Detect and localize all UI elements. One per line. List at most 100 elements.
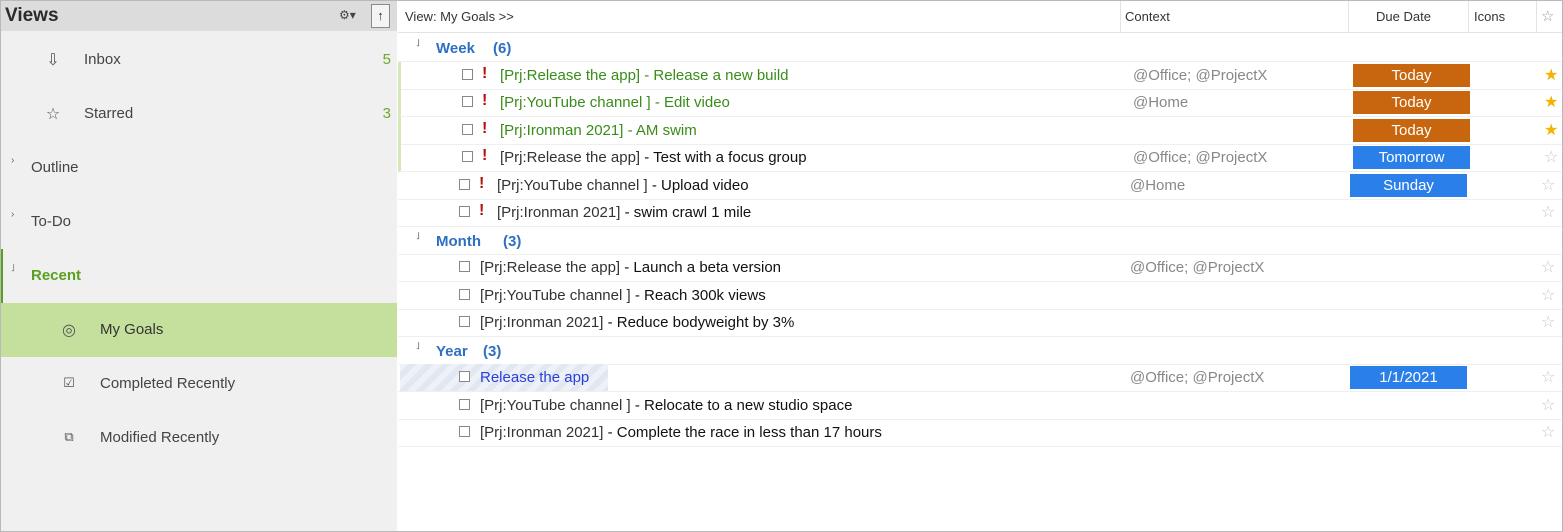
task-title[interactable]: [Prj:Ironman 2021] - Reduce bodyweight b… [480, 314, 794, 331]
sidebar-title: Views [5, 5, 59, 26]
star-outline-icon[interactable]: ☆ [1541, 285, 1555, 305]
sidebar-item-label: Outline [31, 159, 79, 176]
task-name: - swim crawl 1 mile [620, 204, 752, 221]
priority-icon: ! [482, 119, 488, 137]
task-row[interactable]: ! [Prj:YouTube channel ] - Edit video @Hom… [398, 89, 1562, 117]
due-date-column-header[interactable]: Due Date [1376, 1, 1431, 33]
task-title[interactable]: [Prj:Ironman 2021] - Complete the race i… [480, 424, 882, 441]
task-title[interactable]: [Prj:Ironman 2021] - AM swim [500, 122, 697, 139]
task-row[interactable]: [Prj:Ironman 2021] - Reduce bodyweight b… [398, 309, 1562, 337]
star-filled-icon[interactable]: ★ [1544, 65, 1558, 85]
project-tag: [Prj:Ironman 2021] [497, 204, 621, 221]
task-checkbox[interactable] [459, 288, 470, 300]
task-title[interactable]: [Prj:YouTube channel ] - Relocate to a n… [480, 397, 852, 414]
gear-icon[interactable]: ⚙▾ [339, 8, 356, 22]
sidebar-item-inbox[interactable]: ⇩ Inbox 5 [1, 33, 397, 87]
star-outline-icon[interactable]: ☆ [1541, 395, 1555, 415]
group-header[interactable]: ˩ Month (3) [398, 227, 1562, 255]
task-checkbox[interactable] [462, 123, 473, 135]
sidebar-header: Views ⚙▾ ↑ [1, 1, 397, 31]
task-checkbox[interactable] [462, 151, 473, 162]
task-row[interactable]: [Prj:Ironman 2021] - Complete the race i… [398, 419, 1562, 447]
star-filled-icon[interactable]: ★ [1544, 92, 1558, 112]
task-checkbox[interactable] [459, 261, 470, 272]
group-name: Month [436, 232, 481, 250]
star-outline-icon[interactable]: ☆ [1541, 422, 1555, 442]
task-checkbox[interactable] [459, 316, 470, 327]
task-row[interactable]: [Prj:YouTube channel ] - Reach 300k view… [398, 282, 1562, 310]
task-row[interactable]: [Prj:YouTube channel ] - Relocate to a n… [398, 392, 1562, 420]
move-up-icon[interactable]: ↑ [371, 4, 390, 28]
column-divider [1120, 1, 1121, 33]
star-filled-icon[interactable]: ★ [1544, 120, 1558, 140]
task-row[interactable]: ! [Prj:Release the app] - Test with a foc… [398, 144, 1562, 172]
task-checkbox[interactable] [459, 206, 470, 217]
group-name: Year [436, 342, 468, 360]
star-outline-icon[interactable]: ☆ [1541, 312, 1555, 332]
task-title[interactable]: [Prj:Release the app] - Release a new bu… [500, 67, 789, 84]
due-date-badge[interactable]: Today [1353, 91, 1470, 114]
sidebar-item-starred[interactable]: ☆ Starred 3 [1, 87, 397, 141]
task-title[interactable]: Release the app [480, 369, 589, 386]
due-date-badge[interactable]: 1/1/2021 [1350, 366, 1467, 389]
chevron-right-icon[interactable]: › [11, 155, 14, 166]
context-column-header[interactable]: Context [1125, 1, 1170, 33]
task-context: @Home [1130, 176, 1186, 194]
task-title[interactable]: [Prj:YouTube channel ] - Reach 300k view… [480, 287, 766, 304]
task-checkbox[interactable] [459, 178, 470, 190]
priority-icon: ! [482, 64, 488, 82]
star-outline-icon[interactable]: ☆ [1541, 367, 1555, 387]
task-title[interactable]: [Prj:Ironman 2021] - swim crawl 1 mile [497, 204, 751, 221]
task-title[interactable]: [Prj:Release the app] - Launch a beta ve… [480, 259, 781, 276]
collapse-icon[interactable]: ˩ [416, 341, 420, 352]
task-checkbox[interactable] [459, 426, 470, 437]
star-outline-icon[interactable]: ☆ [1544, 147, 1558, 167]
views-sidebar: Views ⚙▾ ↑ ⇩ Inbox 5 ☆ Starred 3 › Outli… [1, 1, 397, 531]
column-divider [1536, 1, 1537, 33]
group-header[interactable]: ˩ Week (6) [398, 34, 1562, 62]
due-date-badge[interactable]: Today [1353, 63, 1470, 87]
project-tag: [Prj:YouTube channel ] [480, 396, 631, 414]
sidebar-item-completed-recently[interactable]: ☑ Completed Recently [1, 357, 397, 411]
collapse-icon[interactable]: ˩ [416, 231, 420, 242]
view-label[interactable]: View: My Goals >> [405, 1, 514, 33]
task-checkbox[interactable] [462, 68, 473, 80]
group-name: Week [436, 40, 475, 57]
project-tag: [Prj:Release the app] [500, 149, 641, 166]
task-row[interactable]: ! [Prj:Release the app] - Release a new b… [398, 61, 1562, 90]
task-row[interactable]: Release the app @Office; @ProjectX 1/1/202… [398, 364, 1562, 392]
due-date-badge[interactable]: Sunday [1350, 173, 1467, 197]
group-header[interactable]: ˩ Year (3) [398, 337, 1562, 365]
task-context: @Office; @ProjectX [1130, 259, 1265, 276]
project-tag: [Prj:YouTube channel ] [497, 176, 648, 194]
due-date-badge[interactable]: Tomorrow [1353, 146, 1470, 169]
task-row[interactable]: ! [Prj:Ironman 2021] - swim crawl 1 mile ☆ [398, 199, 1562, 227]
chevron-down-icon[interactable]: ˩ [11, 263, 15, 274]
sidebar-item-label: Modified Recently [100, 429, 220, 446]
icons-column-header[interactable]: Icons [1474, 1, 1505, 33]
task-checkbox[interactable] [462, 96, 473, 107]
collapse-icon[interactable]: ˩ [416, 38, 420, 49]
sidebar-item-todo[interactable]: › To-Do [1, 195, 397, 249]
task-title[interactable]: [Prj:YouTube channel ] - Edit video [500, 94, 730, 111]
star-outline-icon[interactable]: ☆ [1541, 175, 1555, 195]
task-title[interactable]: [Prj:Release the app] - Test with a focu… [500, 149, 807, 166]
due-date-badge[interactable]: Today [1353, 118, 1470, 142]
sidebar-item-modified-recently[interactable]: ⧉ Modified Recently [1, 411, 397, 465]
task-name: - AM swim [623, 121, 697, 139]
sidebar-item-outline[interactable]: › Outline [1, 141, 397, 195]
task-title[interactable]: [Prj:YouTube channel ] - Upload video [497, 177, 749, 194]
star-outline-icon[interactable]: ☆ [1541, 202, 1555, 222]
star-outline-icon[interactable]: ☆ [1541, 257, 1555, 277]
sidebar-item-recent[interactable]: ˩ Recent [1, 249, 397, 303]
task-row[interactable]: ! [Prj:YouTube channel ] - Upload video @H… [398, 172, 1562, 200]
task-name: - Test with a focus group [640, 149, 807, 166]
task-row[interactable]: [Prj:Release the app] - Launch a beta ve… [398, 254, 1562, 282]
task-checkbox[interactable] [459, 398, 470, 410]
task-checkbox[interactable] [459, 371, 470, 382]
sidebar-item-my-goals[interactable]: ◎ My Goals [1, 303, 397, 357]
star-column-header-icon[interactable]: ☆ [1541, 1, 1554, 33]
chevron-right-icon[interactable]: › [11, 209, 14, 220]
group-count: (6) [493, 40, 512, 57]
task-row[interactable]: ! [Prj:Ironman 2021] - AM swim Today ★ [398, 116, 1562, 145]
